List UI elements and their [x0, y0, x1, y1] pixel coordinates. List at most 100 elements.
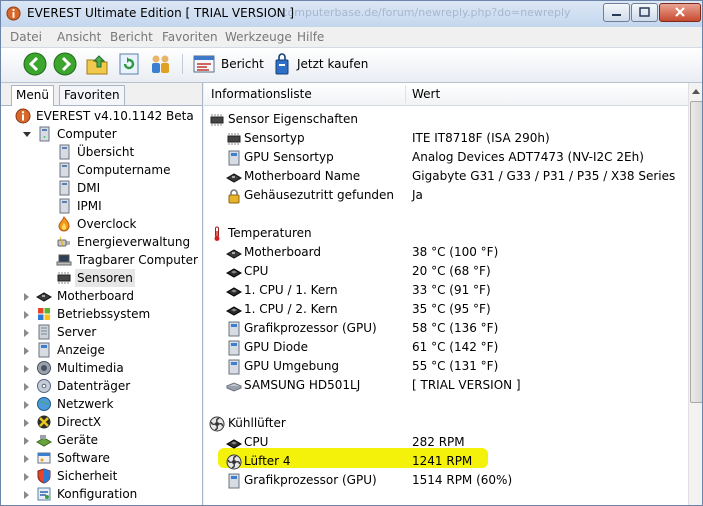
menu-favorites[interactable]: Favoriten	[162, 30, 218, 44]
report-button[interactable]: Bericht	[221, 57, 264, 71]
section-header[interactable]: Sensor Eigenschaften	[204, 110, 688, 129]
flame-icon	[58, 216, 70, 232]
scroll-up-icon[interactable]	[692, 89, 700, 94]
menu-tools[interactable]: Werkzeuge	[225, 30, 292, 44]
tree-item-label: Konfiguration	[57, 487, 138, 501]
expand-arrow-icon[interactable]	[24, 437, 29, 445]
section-title: Sensor Eigenschaften	[228, 112, 358, 126]
fan-icon	[209, 416, 225, 432]
list-row[interactable]: CPU 20 °C (68 °F)	[204, 262, 688, 281]
vertical-scrollbar[interactable]	[688, 83, 702, 505]
row-value: 20 °C (68 °F)	[412, 264, 491, 278]
row-name: SAMSUNG HD501LJ	[244, 378, 361, 392]
column-divider[interactable]	[405, 85, 406, 103]
up-folder-icon[interactable]	[85, 52, 109, 76]
row-name: Grafikprozessor (GPU)	[244, 473, 377, 487]
tree-item-label: Geräte	[57, 433, 99, 447]
expand-arrow-icon[interactable]	[24, 329, 29, 337]
tree-item-label: Overclock	[77, 217, 137, 231]
column-header-field[interactable]: Informationsliste	[211, 87, 312, 101]
tab-menu[interactable]: Menü	[11, 85, 54, 106]
column-header-value[interactable]: Wert	[412, 87, 440, 101]
directx-icon	[37, 415, 51, 429]
expand-arrow-icon[interactable]	[24, 383, 29, 391]
list-row[interactable]: Motherboard Name Gigabyte G31 / G33 / P3…	[204, 167, 688, 186]
forward-icon[interactable]	[53, 52, 77, 76]
sensor-chip-icon	[57, 272, 71, 284]
list-row[interactable]: GPU Sensortyp Analog Devices ADT7473 (NV…	[204, 148, 688, 167]
refresh-icon[interactable]	[117, 52, 141, 76]
buy-now-button[interactable]: Jetzt kaufen	[297, 57, 368, 71]
list-row[interactable]: Grafikprozessor (GPU) 58 °C (136 °F)	[204, 319, 688, 338]
cpu-icon	[226, 439, 242, 449]
cpu-icon	[226, 287, 242, 297]
toolbar-separator	[182, 54, 183, 74]
tree-item-label: Multimedia	[57, 361, 124, 375]
list-row[interactable]: 1. CPU / 2. Kern 35 °C (95 °F)	[204, 300, 688, 319]
section-header[interactable]: Temperaturen	[204, 224, 688, 243]
list-row[interactable]: Gehäusezutritt gefunden Ja	[204, 186, 688, 205]
title-bar[interactable]: EVEREST Ultimate Edition [ TRIAL VERSION…	[1, 1, 702, 27]
list-row[interactable]: GPU Umgebung 55 °C (131 °F)	[204, 357, 688, 376]
list-row[interactable]: Sensortyp ITE IT8718F (ISA 290h)	[204, 129, 688, 148]
report-icon[interactable]	[192, 52, 216, 76]
expand-arrow-icon[interactable]	[24, 365, 29, 373]
sensor-chip-icon	[227, 133, 241, 145]
tree-item-label: Motherboard	[57, 289, 134, 303]
buy-icon[interactable]	[270, 52, 294, 76]
maximize-button[interactable]	[631, 3, 658, 22]
menu-bar: Datei Ansicht Bericht Favoriten Werkzeug…	[1, 28, 702, 48]
expand-arrow-icon[interactable]	[24, 311, 29, 319]
expand-arrow-icon[interactable]	[24, 293, 29, 301]
motherboard-icon	[226, 173, 242, 183]
tree-item-label: Software	[57, 451, 110, 465]
expand-arrow-icon[interactable]	[24, 473, 29, 481]
everest-info-icon	[15, 108, 31, 124]
details-pane: Informationsliste Wert Sensor Eigenschaf…	[204, 83, 702, 505]
gpu-icon	[228, 340, 240, 356]
row-name: GPU Sensortyp	[244, 150, 334, 164]
expand-arrow-icon[interactable]	[24, 491, 29, 499]
row-value: 282 RPM	[412, 435, 465, 449]
list-row[interactable]: Grafikprozessor (GPU) 1514 RPM (60%)	[204, 471, 688, 490]
section-title: Kühllüfter	[228, 416, 286, 430]
list-row[interactable]: 1. CPU / 1. Kern 33 °C (91 °F)	[204, 281, 688, 300]
menu-report[interactable]: Bericht	[110, 30, 153, 44]
row-value: 35 °C (95 °F)	[412, 302, 491, 316]
cpu-icon	[226, 268, 242, 278]
row-name: Motherboard	[244, 245, 321, 259]
tab-favorites[interactable]: Favoriten	[59, 85, 125, 105]
expand-arrow-icon[interactable]	[24, 347, 29, 355]
list-row[interactable]: CPU 282 RPM	[204, 433, 688, 452]
list-header: Informationsliste Wert	[204, 83, 688, 106]
section-header[interactable]: Kühllüfter	[204, 414, 688, 433]
list-row[interactable]: GPU Diode 61 °C (142 °F)	[204, 338, 688, 357]
expand-arrow-icon[interactable]	[24, 401, 29, 409]
close-icon	[675, 7, 685, 17]
list-row[interactable]: SAMSUNG HD501LJ [ TRIAL VERSION ]	[204, 376, 688, 395]
tree-item-label: DMI	[77, 181, 101, 195]
collapse-arrow-icon[interactable]	[23, 132, 31, 141]
menu-view[interactable]: Ansicht	[57, 30, 101, 44]
users-icon[interactable]	[148, 52, 172, 76]
expand-arrow-icon[interactable]	[24, 455, 29, 463]
info-list: Sensor Eigenschaften Sensortyp ITE IT871…	[204, 105, 688, 505]
tree-item-label: IPMI	[77, 199, 102, 213]
scrollbar-thumb[interactable]	[690, 101, 702, 403]
close-button[interactable]	[659, 3, 701, 22]
expand-arrow-icon[interactable]	[24, 419, 29, 427]
minimize-button[interactable]	[603, 3, 630, 22]
menu-help[interactable]: Hilfe	[297, 30, 324, 44]
tree-item-label: Energieverwaltung	[77, 235, 191, 249]
window-title: EVEREST Ultimate Edition [ TRIAL VERSION…	[27, 6, 295, 20]
pane-tabs: Menü Favoriten	[1, 83, 202, 106]
back-icon[interactable]	[23, 52, 47, 76]
menu-file[interactable]: Datei	[10, 30, 42, 44]
list-row[interactable]: Lüfter 4 1241 RPM	[204, 452, 688, 471]
app-window: EVEREST Ultimate Edition [ TRIAL VERSION…	[0, 0, 703, 506]
tree-item-label: DirectX	[57, 415, 102, 429]
sensor-chip-icon	[210, 114, 224, 126]
tree-item-label: Server	[57, 325, 97, 339]
tree-item-label: Sicherheit	[57, 469, 118, 483]
list-row[interactable]: Motherboard 38 °C (100 °F)	[204, 243, 688, 262]
